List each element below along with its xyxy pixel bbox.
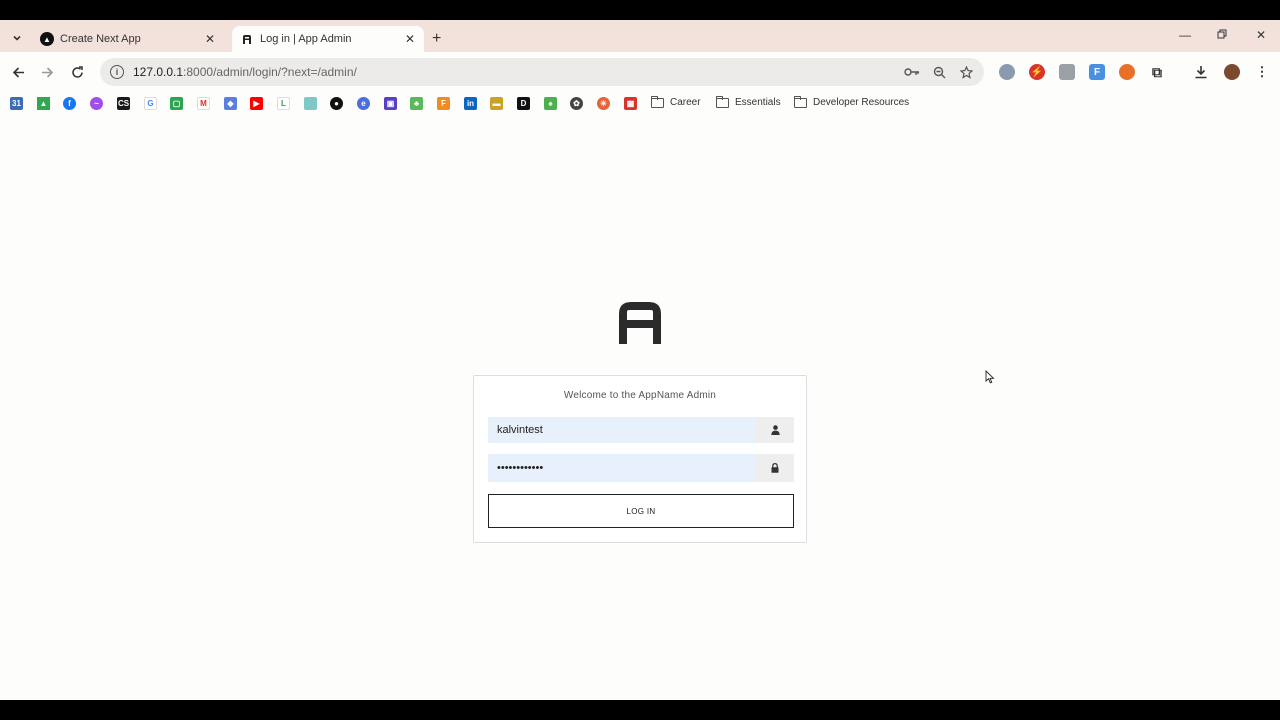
bookmark-purple-icon[interactable]: ▣: [384, 97, 397, 110]
bookmark-google-icon[interactable]: G: [144, 97, 157, 110]
camera-extension-icon[interactable]: [1059, 64, 1075, 80]
address-bar[interactable]: i 127.0.0.1:8000/admin/login/?next=/admi…: [100, 58, 984, 86]
minimize-icon[interactable]: —: [1177, 28, 1193, 42]
bookmark-youtube-icon[interactable]: ▶: [250, 97, 263, 110]
tab-title: Create Next App: [60, 33, 141, 45]
more-menu-icon[interactable]: ⋮: [1254, 64, 1270, 80]
bookmark-l-icon[interactable]: L: [277, 97, 290, 110]
bookmark-green-icon[interactable]: ♠: [544, 97, 557, 110]
bookmark-blue-diamond-icon[interactable]: ◆: [224, 97, 237, 110]
bookmarks-bar: 31 ▲ f ~ CS G ▢ M ◆ ▶ L ● e ▣ ♣ F in ▬ D…: [0, 92, 1280, 116]
tab-create-next-app[interactable]: ▲ Create Next App ✕: [32, 26, 224, 52]
bookmark-messenger-icon[interactable]: ~: [90, 97, 103, 110]
bookmark-red-grid-icon[interactable]: ▦: [624, 97, 637, 110]
folder-icon: [794, 95, 807, 108]
url-host: 127.0.0.1: [133, 65, 184, 79]
folder-label: Essentials: [735, 97, 781, 108]
bookmark-folder-developer-resources[interactable]: Developer Resources: [794, 95, 910, 108]
mouse-cursor-icon: [985, 369, 995, 384]
colorful-extension-icon[interactable]: [1119, 64, 1135, 80]
app-logo-icon: [619, 302, 661, 344]
username-field-group: [488, 417, 794, 443]
lightning-extension-icon[interactable]: ⚡: [1029, 64, 1045, 80]
bookmark-globe-icon[interactable]: ●: [330, 97, 343, 110]
bookmark-meet-icon[interactable]: ▢: [170, 97, 183, 110]
bookmark-drive-icon[interactable]: ▲: [37, 97, 50, 110]
url-text[interactable]: 127.0.0.1:8000/admin/login/?next=/admin/: [133, 65, 903, 79]
chevron-down-icon: [13, 35, 21, 41]
forward-arrow-icon[interactable]: [38, 63, 56, 81]
zoom-icon[interactable]: [930, 63, 948, 81]
tab-strip: ▲ Create Next App ✕ Log in | App Admin ✕…: [0, 20, 1280, 52]
close-tab-icon[interactable]: ✕: [402, 31, 418, 47]
bookmark-orange-icon[interactable]: F: [437, 97, 450, 110]
site-info-icon[interactable]: i: [110, 65, 124, 79]
folder-label: Developer Resources: [813, 97, 910, 108]
username-input[interactable]: [488, 417, 754, 443]
new-tab-plus-icon[interactable]: +: [432, 30, 441, 48]
browser-toolbar: i 127.0.0.1:8000/admin/login/?next=/admi…: [0, 52, 1280, 92]
bookmark-star-burst-icon[interactable]: ✳: [597, 97, 610, 110]
password-key-icon[interactable]: [903, 63, 921, 81]
bookmark-star-icon[interactable]: [957, 63, 975, 81]
login-card: Welcome to the AppName Admin LOG IN: [473, 375, 807, 543]
password-input[interactable]: [488, 454, 754, 482]
restore-icon[interactable]: [1214, 28, 1230, 42]
profile-avatar[interactable]: [1224, 64, 1240, 80]
bookmark-folder-essentials[interactable]: Essentials: [716, 95, 781, 108]
bookmark-bars-icon[interactable]: [304, 97, 317, 110]
user-icon: [756, 417, 794, 443]
bookmark-openai-icon[interactable]: ✿: [570, 97, 583, 110]
login-button[interactable]: LOG IN: [488, 494, 794, 528]
welcome-text: Welcome to the AppName Admin: [563, 390, 717, 401]
reload-icon[interactable]: [68, 63, 86, 81]
bookmark-linkedin-icon[interactable]: in: [464, 97, 477, 110]
tab-title: Log in | App Admin: [260, 33, 352, 45]
close-tab-icon[interactable]: ✕: [202, 31, 218, 47]
globe-extension-icon[interactable]: [999, 64, 1015, 80]
lock-icon: [756, 454, 794, 482]
extensions-puzzle-icon[interactable]: ⧉: [1149, 64, 1165, 80]
bookmark-edge-icon[interactable]: e: [357, 97, 370, 110]
browser-window: ▲ Create Next App ✕ Log in | App Admin ✕…: [0, 20, 1280, 700]
folder-icon: [716, 95, 729, 108]
bookmark-leaf-icon[interactable]: ♣: [410, 97, 423, 110]
bookmark-d-icon[interactable]: D: [517, 97, 530, 110]
tab-search-button[interactable]: [7, 28, 27, 48]
bookmark-gmail-icon[interactable]: M: [197, 97, 210, 110]
app-admin-favicon-icon: [240, 32, 254, 46]
url-path: :8000/admin/login/?next=/admin/: [183, 65, 357, 79]
folder-icon: [651, 95, 664, 108]
bookmark-cs-icon[interactable]: CS: [117, 97, 130, 110]
download-icon[interactable]: [1193, 64, 1209, 80]
bookmark-calendar-icon[interactable]: 31: [10, 97, 23, 110]
bookmark-folder-career[interactable]: Career: [651, 95, 701, 108]
back-arrow-icon[interactable]: [9, 63, 27, 81]
close-window-icon[interactable]: ✕: [1253, 28, 1269, 42]
bookmark-yellow-icon[interactable]: ▬: [490, 97, 503, 110]
password-field-group: [488, 454, 794, 482]
folder-label: Career: [670, 97, 701, 108]
nextjs-favicon-icon: ▲: [40, 32, 54, 46]
fb-extension-icon[interactable]: F: [1089, 64, 1105, 80]
tab-login-app-admin[interactable]: Log in | App Admin ✕: [232, 26, 424, 52]
bookmark-facebook-icon[interactable]: f: [63, 97, 76, 110]
